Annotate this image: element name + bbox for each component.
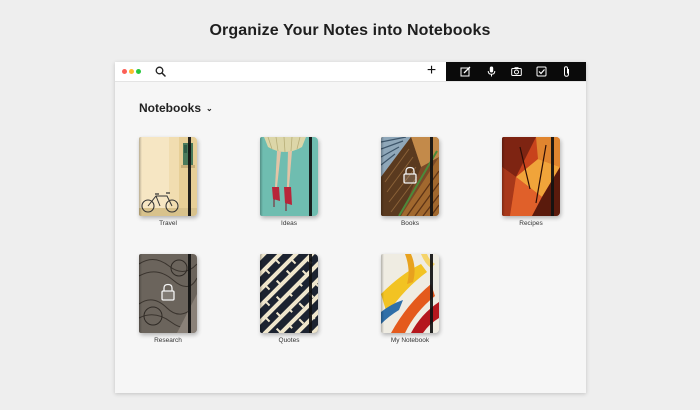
- notebooks-section-title: Notebooks: [139, 101, 202, 115]
- attachment-icon[interactable]: [561, 66, 572, 77]
- elastic-band: [188, 254, 191, 333]
- microphone-icon[interactable]: [486, 66, 497, 77]
- notebook-cover-my-notebook: [381, 254, 439, 333]
- minimize-window-button[interactable]: [129, 69, 134, 74]
- elastic-band: [188, 137, 191, 216]
- elastic-band: [309, 137, 312, 216]
- elastic-band: [430, 254, 433, 333]
- notebook-cover-travel: [139, 137, 197, 216]
- new-note-icon[interactable]: [460, 66, 471, 77]
- zoom-window-button[interactable]: [136, 69, 141, 74]
- notebook-quotes[interactable]: Quotes: [254, 254, 324, 344]
- checklist-icon[interactable]: [536, 66, 547, 77]
- cover-spine: [260, 137, 263, 216]
- cover-spine: [139, 137, 142, 216]
- notebook-my-notebook[interactable]: My Notebook: [375, 254, 445, 344]
- notebook-ideas[interactable]: Ideas: [254, 137, 324, 227]
- lock-icon: [161, 283, 175, 301]
- notebook-research[interactable]: Research: [133, 254, 203, 344]
- cover-spine: [381, 137, 384, 216]
- app-window: + Notebooks ⌄ Travel Ideas Books Recipes…: [115, 62, 586, 393]
- notebook-label: My Notebook: [390, 337, 430, 344]
- notebook-label: Travel: [159, 220, 177, 227]
- elastic-band: [309, 254, 312, 333]
- title-bar: +: [115, 62, 586, 82]
- chevron-down-icon[interactable]: ⌄: [206, 104, 213, 113]
- notebook-label: Recipes: [519, 220, 543, 227]
- notebook-books[interactable]: Books: [375, 137, 445, 227]
- search-icon[interactable]: [155, 66, 166, 77]
- cover-spine: [502, 137, 505, 216]
- notebook-cover-books: [381, 137, 439, 216]
- lock-icon: [403, 166, 417, 184]
- notebook-label: Quotes: [278, 337, 300, 344]
- add-notebook-button[interactable]: +: [423, 62, 440, 81]
- cover-spine: [139, 254, 142, 333]
- notebook-cover-research: [139, 254, 197, 333]
- notebook-travel[interactable]: Travel: [133, 137, 203, 227]
- camera-icon[interactable]: [511, 66, 522, 77]
- notebook-cover-recipes: [502, 137, 560, 216]
- elastic-band: [551, 137, 554, 216]
- close-window-button[interactable]: [122, 69, 127, 74]
- notebook-recipes[interactable]: Recipes: [496, 137, 566, 227]
- cover-spine: [260, 254, 263, 333]
- note-actions-toolbar: [446, 62, 586, 81]
- notebooks-section-header[interactable]: Notebooks ⌄: [139, 101, 213, 115]
- elastic-band: [430, 137, 433, 216]
- notebook-label: Books: [400, 220, 420, 227]
- notebook-label: Ideas: [281, 220, 297, 227]
- notebook-label: Research: [154, 337, 182, 344]
- page-headline: Organize Your Notes into Notebooks: [209, 22, 491, 39]
- cover-spine: [381, 254, 384, 333]
- notebook-cover-quotes: [260, 254, 318, 333]
- notebook-cover-ideas: [260, 137, 318, 216]
